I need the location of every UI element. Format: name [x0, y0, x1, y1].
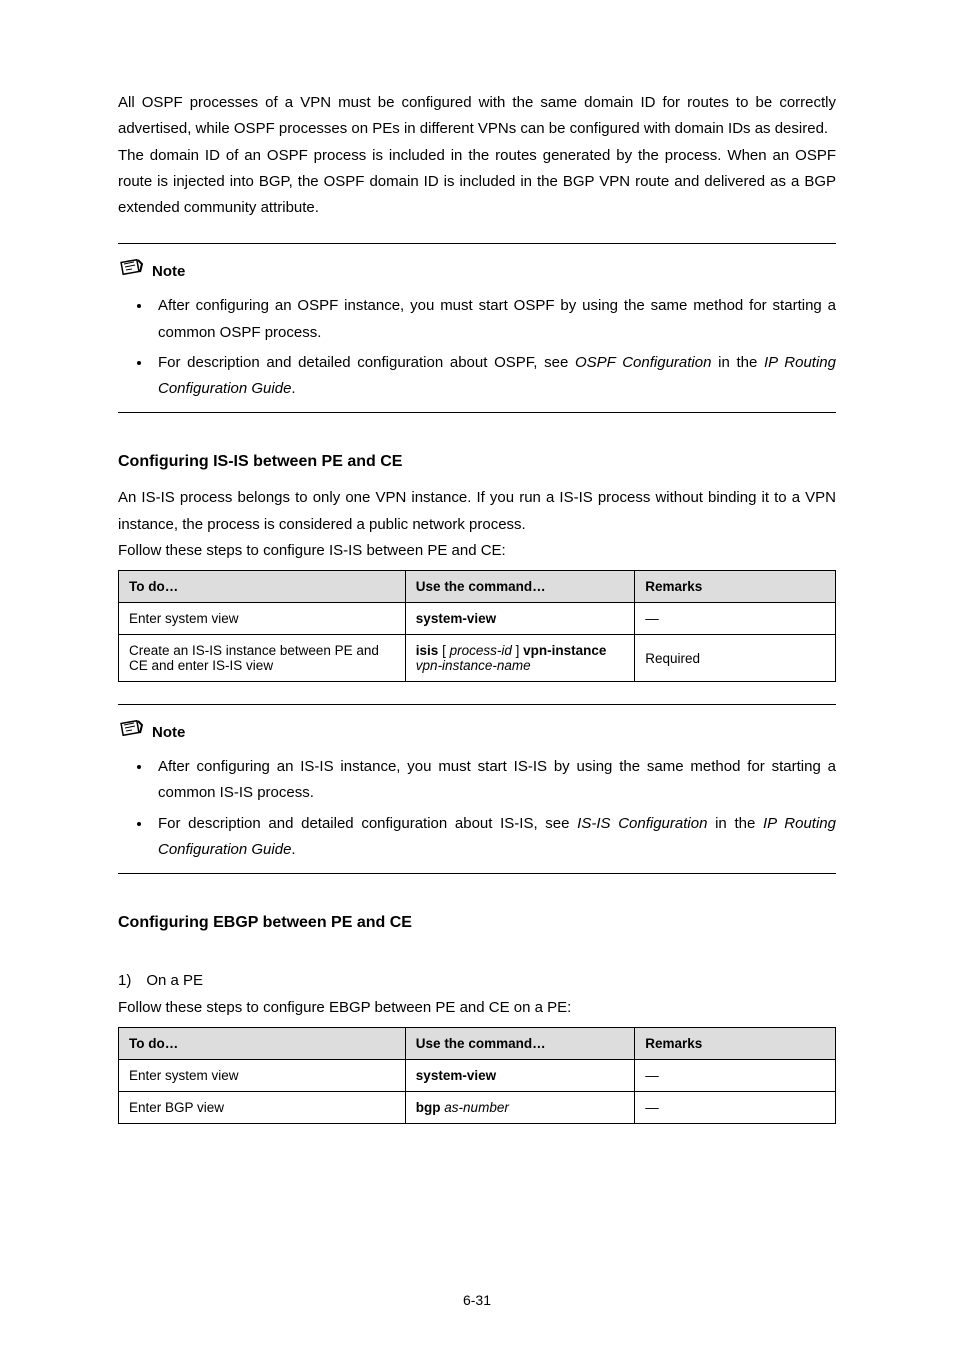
text: [: [438, 643, 449, 658]
note-icon: [118, 719, 146, 746]
text: in the: [707, 815, 763, 832]
step-label: 1) On a PE: [118, 972, 836, 989]
divider: [118, 704, 836, 705]
command-kw: bgp: [416, 1100, 441, 1115]
note-label: Note: [152, 263, 185, 280]
table-row: Create an IS-IS instance between PE and …: [119, 635, 836, 682]
paragraph: The domain ID of an OSPF process is incl…: [118, 143, 836, 222]
heading: Configuring EBGP between PE and CE: [118, 914, 836, 932]
table-row: Enter system view system-view —: [119, 603, 836, 635]
command-arg: process-id: [450, 643, 512, 658]
paragraph: All OSPF processes of a VPN must be conf…: [118, 90, 836, 143]
table-header: Remarks: [635, 1028, 836, 1060]
text: ]: [512, 643, 523, 658]
text: .: [291, 841, 295, 858]
text: in the: [711, 354, 764, 371]
paragraph: Follow these steps to configure EBGP bet…: [118, 995, 836, 1021]
table-header: To do…: [119, 571, 406, 603]
config-table-ebgp: To do… Use the command… Remarks Enter sy…: [118, 1027, 836, 1124]
command-arg: as-number: [441, 1100, 509, 1115]
table-cell: —: [635, 603, 836, 635]
list-item: For description and detailed configurati…: [152, 811, 836, 864]
table-cell: isis [ process-id ] vpn-instance vpn-ins…: [405, 635, 634, 682]
note-block: Note After configuring an IS-IS instance…: [118, 704, 836, 874]
table-cell: system-view: [405, 1060, 634, 1092]
text: For description and detailed configurati…: [158, 815, 577, 832]
command-arg: vpn-instance-name: [416, 658, 531, 673]
divider: [118, 243, 836, 244]
table-header: Use the command…: [405, 1028, 634, 1060]
text: .: [291, 380, 295, 397]
config-table-isis: To do… Use the command… Remarks Enter sy…: [118, 570, 836, 682]
list-item: After configuring an IS-IS instance, you…: [152, 754, 836, 807]
note-icon: [118, 258, 146, 285]
text: For description and detailed configurati…: [158, 354, 575, 371]
table-cell: system-view: [405, 603, 634, 635]
note-label: Note: [152, 724, 185, 741]
link-text: IS-IS Configuration: [577, 815, 707, 832]
page-number: 6-31: [0, 1292, 954, 1308]
paragraph: Follow these steps to configure IS-IS be…: [118, 538, 836, 564]
command: system-view: [416, 1068, 496, 1083]
heading: Configuring IS-IS between PE and CE: [118, 453, 836, 471]
note-block: Note After configuring an OSPF instance,…: [118, 243, 836, 413]
command-kw: isis: [416, 643, 439, 658]
link-text: OSPF Configuration: [575, 354, 711, 371]
table-header: To do…: [119, 1028, 406, 1060]
table-cell: Required: [635, 635, 836, 682]
bullet-list: After configuring an IS-IS instance, you…: [118, 754, 836, 863]
list-item: For description and detailed configurati…: [152, 350, 836, 403]
divider: [118, 873, 836, 874]
table-row: Enter BGP view bgp as-number —: [119, 1092, 836, 1124]
table-cell: bgp as-number: [405, 1092, 634, 1124]
table-cell: —: [635, 1092, 836, 1124]
table-cell: Create an IS-IS instance between PE and …: [119, 635, 406, 682]
list-item: After configuring an OSPF instance, you …: [152, 293, 836, 346]
table-cell: —: [635, 1060, 836, 1092]
bullet-list: After configuring an OSPF instance, you …: [118, 293, 836, 402]
table-cell: Enter system view: [119, 603, 406, 635]
table-row: Enter system view system-view —: [119, 1060, 836, 1092]
paragraph: An IS-IS process belongs to only one VPN…: [118, 485, 836, 538]
table-cell: Enter system view: [119, 1060, 406, 1092]
table-header: Remarks: [635, 571, 836, 603]
divider: [118, 412, 836, 413]
command: system-view: [416, 611, 496, 626]
table-cell: Enter BGP view: [119, 1092, 406, 1124]
table-header: Use the command…: [405, 571, 634, 603]
command-kw: vpn-instance: [523, 643, 606, 658]
